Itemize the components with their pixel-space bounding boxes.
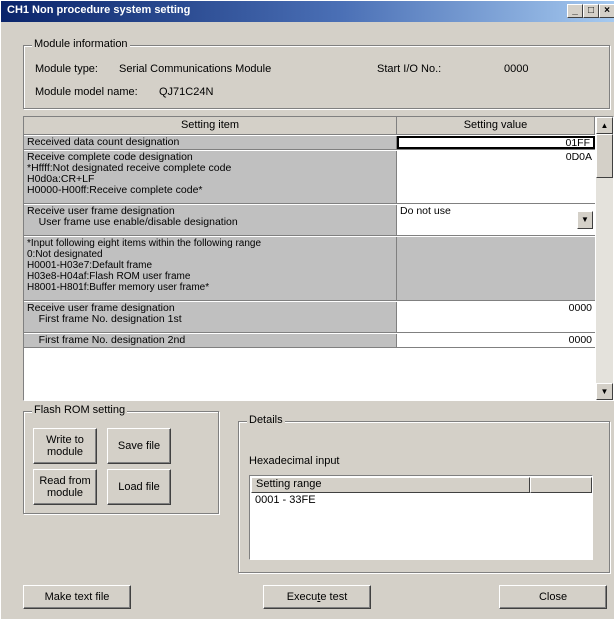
write-to-module-button[interactable]: Write to module bbox=[33, 428, 97, 464]
setting-value-cell bbox=[397, 237, 595, 300]
title-bar[interactable]: CH1 Non procedure system setting _ □ × bbox=[1, 1, 614, 22]
setting-item-text: Received data count designation bbox=[27, 136, 180, 148]
setting-item-text: H8001-H801f:Buffer memory user frame* bbox=[27, 282, 210, 293]
scroll-thumb[interactable] bbox=[596, 134, 613, 178]
table-row[interactable]: Receive user frame designation User fram… bbox=[24, 205, 595, 236]
setting-item-text: H0001-H03e7:Default frame bbox=[27, 260, 153, 271]
setting-item-text: *Input following eight items within the … bbox=[27, 238, 262, 249]
list-header-blank[interactable] bbox=[530, 477, 592, 493]
module-type-label: Module type: bbox=[35, 63, 98, 75]
start-io-label: Start I/O No.: bbox=[377, 63, 442, 75]
flash-rom-legend: Flash ROM setting bbox=[32, 404, 128, 416]
window-title: CH1 Non procedure system setting bbox=[7, 4, 191, 16]
input-type-label: Hexadecimal input bbox=[249, 455, 340, 467]
module-model-value: QJ71C24N bbox=[159, 86, 214, 98]
make-text-file-button[interactable]: Make text file bbox=[23, 585, 131, 609]
module-information-legend: Module information bbox=[32, 38, 130, 50]
setting-item-cell: Received data count designation bbox=[24, 136, 397, 149]
setting-item-cell: Receive complete code designation *Hffff… bbox=[24, 151, 397, 203]
setting-item-text: 0:Not designated bbox=[27, 249, 103, 260]
setting-range-header[interactable]: Setting range bbox=[251, 477, 530, 493]
chevron-down-icon[interactable]: ▼ bbox=[577, 211, 593, 229]
setting-item-cell: Receive user frame designation First fra… bbox=[24, 302, 397, 332]
setting-item-text: User frame use enable/disable designatio… bbox=[27, 216, 238, 228]
execute-test-button[interactable]: Execute test bbox=[263, 585, 371, 609]
minimize-button[interactable]: _ bbox=[567, 4, 583, 18]
setting-item-text: First frame No. designation 1st bbox=[27, 313, 182, 325]
table-row[interactable]: First frame No. designation 2nd 0000 bbox=[24, 334, 595, 348]
setting-range-list[interactable]: Setting range 0001 - 33FE bbox=[249, 475, 593, 560]
table-row: *Input following eight items within the … bbox=[24, 237, 595, 301]
user-frame-select-value: Do not use bbox=[400, 205, 451, 217]
setting-item-text: H0000-H00ff:Receive complete code* bbox=[27, 184, 203, 196]
setting-item-text: H03e8-H04af:Flash ROM user frame bbox=[27, 271, 191, 282]
table-row[interactable]: Receive user frame designation First fra… bbox=[24, 302, 595, 333]
maximize-button[interactable]: □ bbox=[583, 4, 599, 18]
close-button[interactable]: Close bbox=[499, 585, 607, 609]
settings-grid[interactable]: Setting item Setting value Received data… bbox=[23, 116, 614, 401]
setting-item-text: First frame No. designation 2nd bbox=[27, 334, 186, 346]
module-model-label: Module model name: bbox=[35, 86, 138, 98]
table-row[interactable]: Receive complete code designation *Hffff… bbox=[24, 151, 595, 204]
setting-value-input[interactable]: 01FF bbox=[397, 136, 595, 149]
scroll-down-icon[interactable]: ▼ bbox=[596, 383, 613, 400]
user-frame-select[interactable]: Do not use ▼ bbox=[397, 205, 595, 235]
setting-value-header[interactable]: Setting value bbox=[397, 117, 595, 135]
setting-item-cell: Receive user frame designation User fram… bbox=[24, 205, 397, 235]
dialog-window: CH1 Non procedure system setting _ □ × M… bbox=[0, 0, 614, 619]
execute-test-label: Execute test bbox=[286, 591, 348, 603]
setting-item-cell: First frame No. designation 2nd bbox=[24, 334, 397, 347]
read-from-module-button[interactable]: Read from module bbox=[33, 469, 97, 505]
close-window-button[interactable]: × bbox=[599, 4, 614, 18]
save-file-button[interactable]: Save file bbox=[107, 428, 171, 464]
module-information-group: Module information bbox=[23, 38, 610, 109]
setting-item-cell: *Input following eight items within the … bbox=[24, 237, 397, 300]
details-legend: Details bbox=[247, 414, 285, 426]
load-file-button[interactable]: Load file bbox=[107, 469, 171, 505]
setting-range-value[interactable]: 0001 - 33FE bbox=[255, 494, 316, 506]
setting-item-header[interactable]: Setting item bbox=[24, 117, 397, 135]
scroll-up-icon[interactable]: ▲ bbox=[596, 117, 613, 134]
vertical-scrollbar[interactable]: ▲ ▼ bbox=[596, 117, 613, 400]
setting-value-input[interactable]: 0000 bbox=[397, 302, 595, 332]
setting-value-input[interactable]: 0000 bbox=[397, 334, 595, 347]
start-io-value: 0000 bbox=[504, 63, 529, 75]
module-type-value: Serial Communications Module bbox=[119, 63, 272, 75]
table-row[interactable]: Received data count designation 01FF bbox=[24, 136, 595, 150]
setting-value-input[interactable]: 0D0A bbox=[397, 151, 595, 203]
